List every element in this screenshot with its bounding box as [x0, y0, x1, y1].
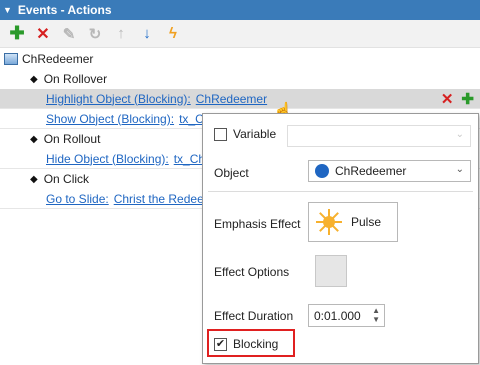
action-target-link[interactable]: tx_Ch — [174, 152, 205, 166]
effect-duration-input[interactable]: 0:01.000 ▲ ▼ — [308, 304, 385, 327]
blocking-checkbox[interactable]: ✔ — [214, 337, 227, 351]
chevron-down-icon: ⌄ — [455, 164, 464, 175]
add-icon[interactable]: ✚ — [6, 23, 28, 45]
chevron-down-icon: ⌄ — [455, 129, 464, 140]
action-target-link[interactable]: ChRedeemer — [196, 92, 267, 106]
variable-checkbox[interactable] — [214, 127, 227, 141]
emphasis-effect-value: Pulse — [351, 215, 382, 229]
options-row: Effect Options — [214, 265, 289, 279]
action-highlight-object[interactable]: Highlight Object (Blocking): ChRedeemer … — [0, 89, 480, 109]
emphasis-label: Emphasis Effect — [214, 217, 301, 231]
blocking-label: Blocking — [233, 337, 279, 351]
emphasis-effect-button[interactable]: Pulse — [308, 202, 398, 242]
add-action-icon[interactable]: ✚ — [461, 90, 474, 108]
duration-row: Effect Duration — [214, 309, 293, 323]
delete-action-icon[interactable]: ✕ — [441, 90, 454, 108]
slide-name: ChRedeemer — [22, 52, 94, 66]
object-shape-icon — [315, 164, 329, 178]
collapse-triangle-icon[interactable]: ▼ — [3, 5, 12, 15]
pulse-effect-icon — [315, 208, 343, 236]
trigger-label: On Click — [43, 172, 90, 186]
effect-options-button[interactable] — [315, 255, 347, 287]
emphasis-row: Emphasis Effect — [214, 217, 300, 231]
action-verb-link[interactable]: Show Object (Blocking): — [46, 112, 174, 126]
trigger-icon[interactable]: ϟ — [162, 23, 184, 45]
diamond-icon: ◆ — [30, 133, 38, 145]
variable-label: Variable — [233, 127, 277, 141]
events-actions-header[interactable]: ▼ Events - Actions — [0, 0, 480, 20]
object-row: Object — [214, 166, 249, 180]
action-properties-popup: Variable ⌄ Object ChRedeemer ⌄ Emphasis … — [202, 113, 479, 364]
blocking-checkbox-row[interactable]: ✔ Blocking — [214, 337, 278, 351]
object-select[interactable]: ChRedeemer ⌄ — [308, 160, 471, 182]
toolbar: ✚ ✕ ✎ ↻ ↑ ↓ ϟ — [0, 20, 480, 48]
object-select-value: ChRedeemer — [335, 164, 407, 178]
undo-icon[interactable]: ↻ — [84, 23, 106, 45]
object-label: Object — [214, 166, 249, 180]
effect-duration-value: 0:01.000 — [314, 308, 361, 323]
slide-image-icon — [4, 53, 18, 65]
diamond-icon: ◆ — [30, 73, 38, 85]
edit-icon[interactable]: ✎ — [58, 23, 80, 45]
delete-icon[interactable]: ✕ — [32, 23, 54, 45]
effect-duration-label: Effect Duration — [214, 309, 294, 323]
duration-stepper-icon[interactable]: ▲ ▼ — [372, 306, 380, 324]
action-verb-link[interactable]: Hide Object (Blocking): — [46, 152, 169, 166]
trigger-label: On Rollover — [43, 72, 108, 86]
effect-options-label: Effect Options — [214, 265, 290, 279]
diamond-icon: ◆ — [30, 173, 38, 185]
variable-select[interactable]: ⌄ — [287, 125, 471, 147]
panel-title: Events - Actions — [17, 3, 112, 17]
trigger-on-rollover[interactable]: ◆ On Rollover — [0, 69, 480, 89]
trigger-label: On Rollout — [43, 132, 101, 146]
slide-node[interactable]: ChRedeemer — [0, 49, 480, 69]
move-down-icon[interactable]: ↓ — [136, 23, 158, 45]
move-up-icon[interactable]: ↑ — [110, 23, 132, 45]
action-verb-link[interactable]: Go to Slide: — [46, 192, 109, 206]
variable-checkbox-row[interactable]: Variable — [214, 127, 276, 141]
action-verb-link[interactable]: Highlight Object (Blocking): — [46, 92, 191, 106]
divider — [208, 191, 473, 192]
action-target-link[interactable]: tx_C — [179, 112, 204, 126]
action-target-link[interactable]: Christ the Redee — [114, 192, 204, 206]
